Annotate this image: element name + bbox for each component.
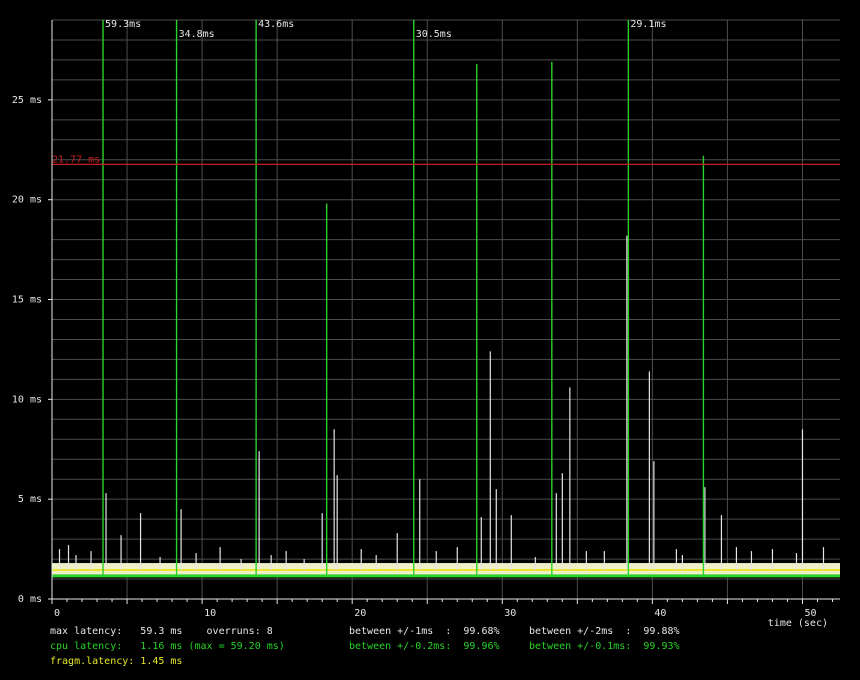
x-tick-label: 20 — [354, 608, 366, 619]
x-tick-label: 10 — [204, 608, 216, 619]
between-02ms-stat: between +/-0.2ms: 99.96% — [349, 641, 500, 652]
x-tick-label: 0 — [54, 608, 60, 619]
cpu-spike-label: 43.6ms — [258, 19, 294, 30]
cpu-spike-label: 29.1ms — [630, 19, 666, 30]
cpu-spike-label: 59.3ms — [105, 19, 141, 30]
latency-chart: 59.3ms34.8ms43.6ms30.5ms29.1ms 21.77 ms … — [0, 0, 860, 680]
y-tick-label: 20 ms — [12, 195, 42, 206]
y-tick-label: 10 ms — [12, 394, 42, 405]
y-tick-label: 5 ms — [18, 494, 42, 505]
cpu-latency-stat: cpu latency: 1.16 ms (max = 59.20 ms) — [50, 641, 285, 652]
x-tick-label: 30 — [504, 608, 516, 619]
chart-background — [0, 0, 860, 680]
cpu-spike-label: 30.5ms — [416, 29, 452, 40]
between-2ms-stat: between +/-2ms : 99.88% — [529, 626, 680, 637]
cpu-spike-label: 34.8ms — [179, 29, 215, 40]
max-latency-stat: max latency: 59.3 ms overruns: 8 — [50, 626, 273, 637]
y-tick-label: 15 ms — [12, 295, 42, 306]
between-1ms-stat: between +/-1ms : 99.68% — [349, 626, 500, 637]
x-tick-label: 40 — [654, 608, 666, 619]
threshold-label: 21.77 ms — [52, 154, 100, 165]
y-tick-label: 0 ms — [18, 594, 42, 605]
between-01ms-stat: between +/-0.1ms: 99.93% — [529, 641, 680, 652]
fragm-latency-stat: fragm.latency: 1.45 ms — [50, 656, 183, 667]
y-tick-label: 25 ms — [12, 95, 42, 106]
x-axis-label: time (sec) — [768, 618, 828, 629]
